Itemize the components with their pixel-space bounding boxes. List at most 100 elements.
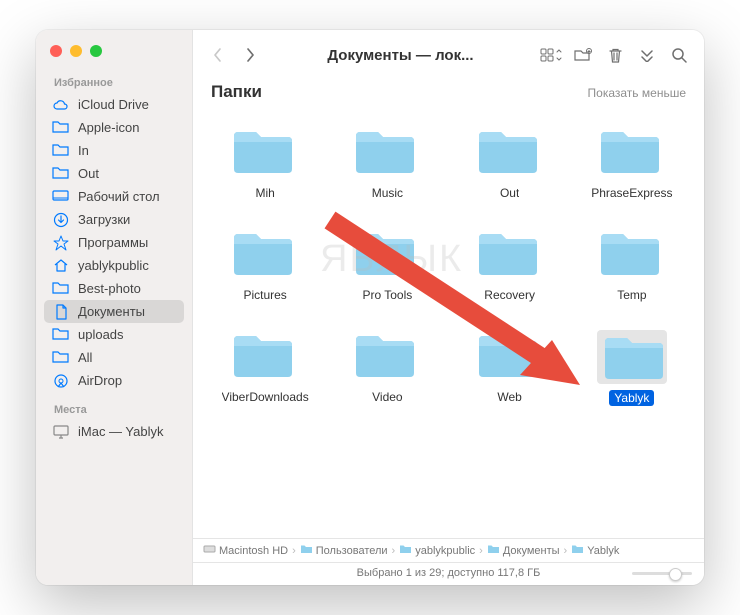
- maximize-window-button[interactable]: [90, 45, 102, 57]
- sidebar-item-apple-icon[interactable]: Apple-icon: [44, 116, 184, 139]
- path-label: yablykpublic: [415, 545, 475, 557]
- folder-item[interactable]: Recovery: [454, 224, 566, 306]
- path-segment[interactable]: yablykpublic: [399, 544, 475, 557]
- folder-item[interactable]: Pictures: [209, 224, 321, 306]
- more-button[interactable]: [634, 43, 660, 67]
- path-label: Документы: [503, 545, 560, 557]
- sidebar-item-label: iCloud Drive: [78, 97, 149, 112]
- documents-icon: [52, 304, 69, 319]
- folder-item[interactable]: Music: [331, 122, 443, 204]
- imac-icon: [52, 424, 69, 439]
- sidebar-item-label: Apple-icon: [78, 120, 139, 135]
- apps-icon: [52, 235, 69, 250]
- path-label: Macintosh HD: [219, 545, 288, 557]
- search-button[interactable]: [666, 43, 692, 67]
- folder-label: Video: [372, 390, 402, 404]
- toolbar: Документы — лок...: [193, 30, 704, 80]
- folder-item[interactable]: ViberDownloads: [209, 326, 321, 410]
- folder-item[interactable]: Mih: [209, 122, 321, 204]
- folder-label: PhraseExpress: [591, 186, 672, 200]
- chevron-right-icon: ›: [479, 545, 483, 557]
- folder-icon: [597, 330, 667, 384]
- minimize-window-button[interactable]: [70, 45, 82, 57]
- sidebar-item-out[interactable]: Out: [44, 162, 184, 185]
- folder-icon: [52, 143, 69, 158]
- folder-icon: [475, 126, 545, 180]
- group-button[interactable]: [570, 43, 596, 67]
- chevron-right-icon: ›: [292, 545, 296, 557]
- sidebar-item-label: In: [78, 143, 89, 158]
- finder-window: Избранное iCloud Drive Apple-icon In Out Раб…: [36, 30, 704, 585]
- folder-label: Web: [497, 390, 521, 404]
- folder-item[interactable]: Out: [454, 122, 566, 204]
- folder-grid: MihMusic Out PhraseExpress Pictures Pro Tool…: [209, 112, 688, 410]
- sidebar-item-label: Загрузки: [78, 212, 130, 227]
- sidebar-item-icloud-drive[interactable]: iCloud Drive: [44, 93, 184, 116]
- sidebar-item-label: Программы: [78, 235, 148, 250]
- folder-icon: [52, 281, 69, 296]
- folder-label: Pro Tools: [362, 288, 412, 302]
- folder-icon: [475, 330, 545, 384]
- sidebar-item-label: Рабочий стол: [78, 189, 160, 204]
- sidebar-item-загрузки[interactable]: Загрузки: [44, 208, 184, 231]
- folder-item[interactable]: Video: [331, 326, 443, 410]
- sidebar-item-yablykpublic[interactable]: yablykpublic: [44, 254, 184, 277]
- path-segment[interactable]: Yablyk: [571, 544, 619, 557]
- folder-icon: [300, 544, 313, 557]
- folder-label: Pictures: [243, 288, 286, 302]
- folder-icon: [52, 120, 69, 135]
- path-label: Пользователи: [316, 545, 388, 557]
- folder-item[interactable]: Web: [454, 326, 566, 410]
- sidebar-place-imac-yablyk[interactable]: iMac — Yablyk: [44, 420, 184, 443]
- sidebar-item-all[interactable]: All: [44, 346, 184, 369]
- sidebar-item-airdrop[interactable]: AirDrop: [44, 369, 184, 392]
- folder-item[interactable]: Yablyk: [576, 326, 688, 410]
- section-title: Папки: [211, 82, 262, 102]
- path-label: Yablyk: [587, 545, 619, 557]
- path-segment[interactable]: Документы: [487, 544, 560, 557]
- folder-item[interactable]: PhraseExpress: [576, 122, 688, 204]
- window-controls: [36, 40, 192, 75]
- back-button[interactable]: [205, 43, 231, 67]
- cloud-icon: [52, 97, 69, 112]
- folder-icon: [52, 327, 69, 342]
- status-text: Выбрано 1 из 29; доступно 117,8 ГБ: [357, 567, 541, 579]
- status-bar: Выбрано 1 из 29; доступно 117,8 ГБ: [193, 562, 704, 585]
- show-less-link[interactable]: Показать меньше: [588, 86, 686, 100]
- sidebar-item-рабочий-стол[interactable]: Рабочий стол: [44, 185, 184, 208]
- sidebar-item-uploads[interactable]: uploads: [44, 323, 184, 346]
- view-options-button[interactable]: [538, 43, 564, 67]
- folder-icon: [352, 228, 422, 282]
- path-segment[interactable]: Macintosh HD: [203, 544, 288, 557]
- sidebar-item-документы[interactable]: Документы: [44, 300, 184, 323]
- sidebar-item-in[interactable]: In: [44, 139, 184, 162]
- sidebar-item-label: iMac — Yablyk: [78, 424, 164, 439]
- sidebar-item-программы[interactable]: Программы: [44, 231, 184, 254]
- icon-size-slider[interactable]: [632, 572, 692, 575]
- sidebar: Избранное iCloud Drive Apple-icon In Out Раб…: [36, 30, 193, 585]
- sidebar-item-label: Документы: [78, 304, 145, 319]
- sidebar-item-label: yablykpublic: [78, 258, 149, 273]
- main-area: Документы — лок... Папки Показать меньше…: [193, 30, 704, 585]
- sidebar-item-label: uploads: [78, 327, 124, 342]
- sidebar-item-best-photo[interactable]: Best-photo: [44, 277, 184, 300]
- folder-label: Yablyk: [609, 390, 654, 406]
- trash-button[interactable]: [602, 43, 628, 67]
- sidebar-item-label: AirDrop: [78, 373, 122, 388]
- folder-item[interactable]: Pro Tools: [331, 224, 443, 306]
- folder-label: Out: [500, 186, 519, 200]
- chevron-right-icon: ›: [392, 545, 396, 557]
- sidebar-section-favorites: Избранное: [36, 75, 192, 93]
- folder-icon: [597, 228, 667, 282]
- path-segment[interactable]: Пользователи: [300, 544, 388, 557]
- folder-icon: [230, 228, 300, 282]
- forward-button[interactable]: [237, 43, 263, 67]
- folder-icon: [230, 330, 300, 384]
- folder-label: ViberDownloads: [222, 390, 309, 404]
- sidebar-section-places: Места: [36, 402, 192, 420]
- folder-icon: [352, 126, 422, 180]
- close-window-button[interactable]: [50, 45, 62, 57]
- folder-icon: [52, 350, 69, 365]
- folder-icon: [487, 544, 500, 557]
- folder-item[interactable]: Temp: [576, 224, 688, 306]
